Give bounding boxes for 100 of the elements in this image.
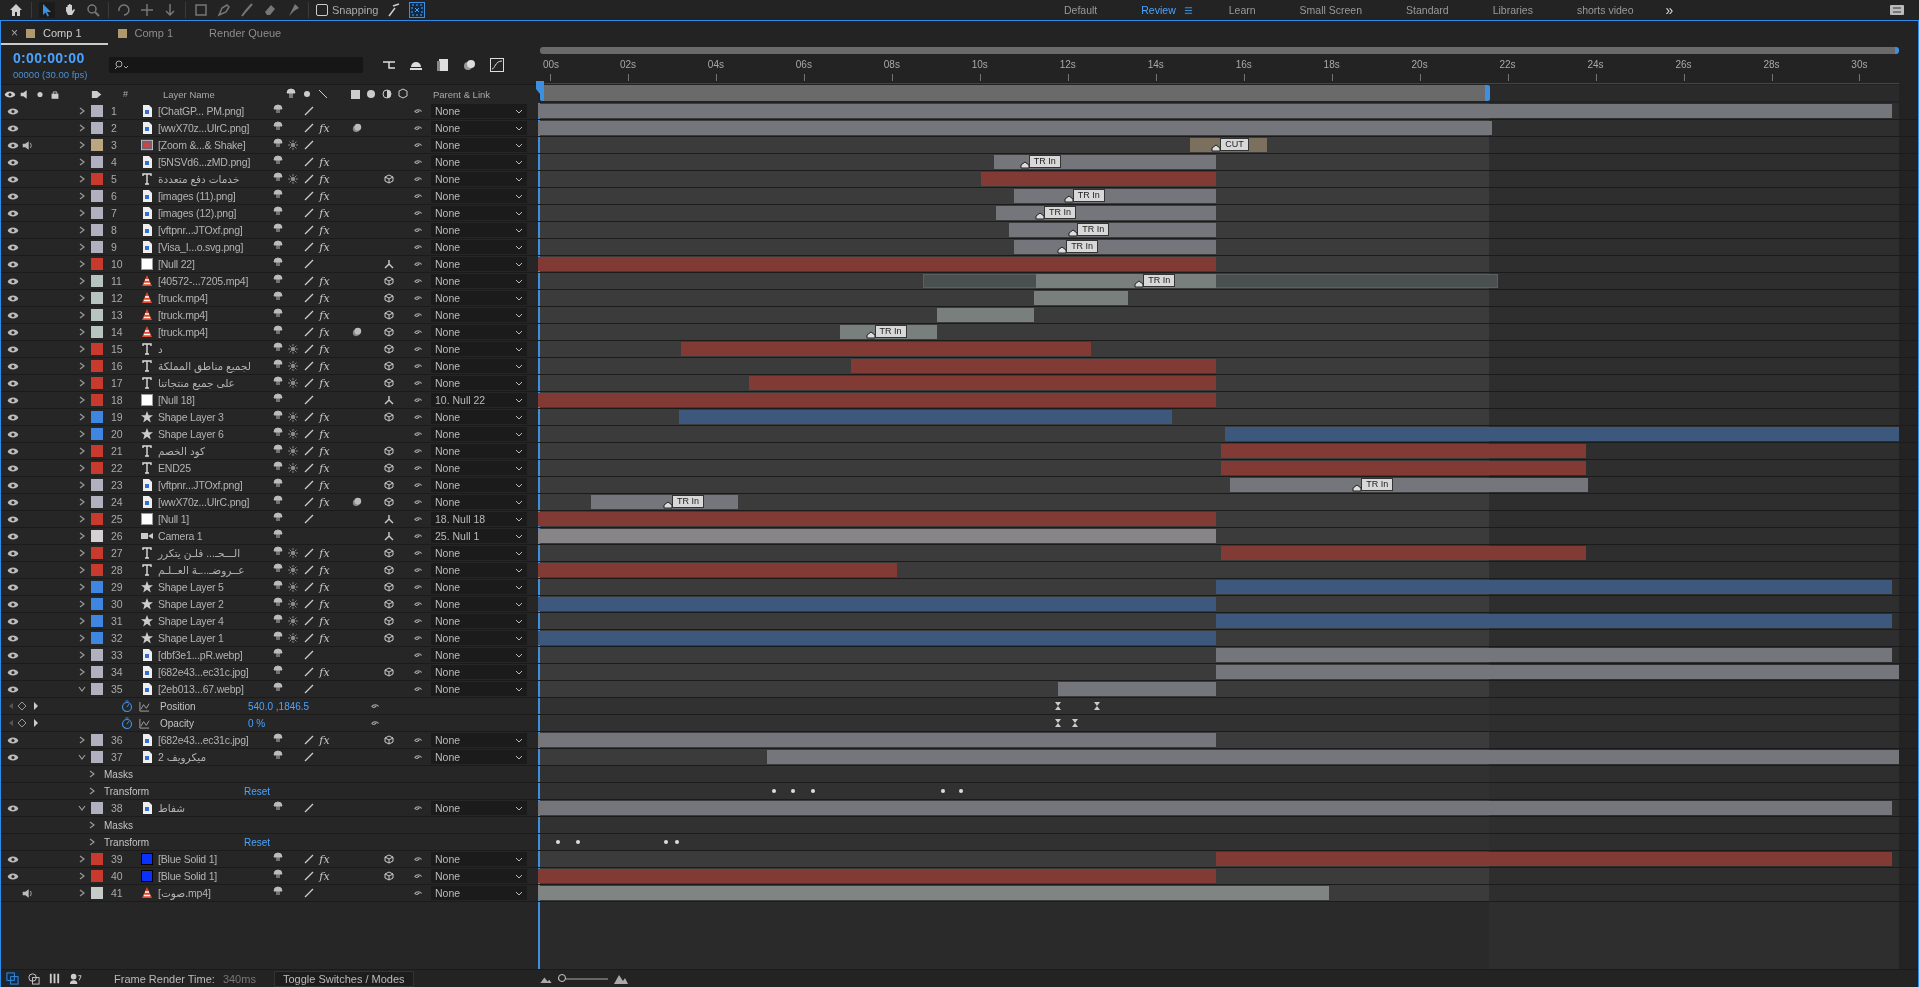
quality-switch-icon[interactable] [303,888,314,898]
layer-name[interactable]: لجميع مناطق المملكة [158,360,274,372]
toggle-switches-modes-button[interactable]: Toggle Switches / Modes [273,970,414,987]
shy-switch-icon[interactable] [272,614,284,624]
layer-name[interactable]: [images (12).png] [158,207,274,219]
parent-dropdown[interactable]: None [431,648,527,662]
eye-icon[interactable] [7,735,19,745]
layer-name[interactable]: [682e43...ec31c.jpg] [158,734,274,746]
marker-icon[interactable] [1063,195,1074,203]
sun-switch-icon[interactable] [287,599,298,609]
label-color-swatch[interactable] [91,802,103,814]
motion-blur-switch-icon[interactable] [351,327,362,337]
eye-icon[interactable] [7,548,19,558]
label-color-swatch[interactable] [91,632,103,644]
quality-switch-icon[interactable] [303,497,314,507]
3d-cube-switch-icon[interactable] [383,463,394,473]
panel-options-icon[interactable] [1889,4,1905,16]
effects-switch[interactable]: fx [319,614,330,628]
effects-switch[interactable]: fx [319,563,330,577]
pen-tool-icon[interactable] [216,2,232,18]
shy-switch-icon[interactable] [272,750,284,760]
parent-dropdown[interactable]: None [431,665,527,679]
shy-switch-icon[interactable] [272,274,284,284]
parent-dropdown[interactable]: None [431,104,527,118]
layer-row[interactable]: 20 Shape Layer 6 fx None [1,426,1918,443]
eye-icon[interactable] [7,276,19,286]
label-color-swatch[interactable] [91,241,103,253]
3d-cube-switch-icon[interactable] [383,446,394,456]
label-color-swatch[interactable] [91,445,103,457]
eye-icon[interactable] [7,854,19,864]
label-color-swatch[interactable] [91,564,103,576]
effects-switch[interactable]: fx [319,852,330,866]
eye-icon[interactable] [7,310,19,320]
layer-row[interactable]: 11 [40572-...7205.mp4] fx None TR In [1,273,1918,290]
motion-blur-switch-icon[interactable] [351,497,362,507]
frames-button-icon[interactable] [48,972,61,985]
caret-icon[interactable] [515,380,523,386]
property-row[interactable]: Position 540.0 ,1846.5 [1,698,1918,715]
eraser-tool-icon[interactable] [262,2,278,18]
parent-dropdown[interactable]: None [431,750,527,764]
layer-name[interactable]: [truck.mp4] [158,292,274,304]
parent-dropdown[interactable]: None [431,155,527,169]
layer-marker-label[interactable]: TR In [874,325,907,338]
quality-switch-icon[interactable] [303,361,314,371]
quality-switch-icon[interactable] [303,667,314,677]
layer-row[interactable]: 1 [ChatGP... PM.png] None [1,103,1918,120]
shy-switch-icon[interactable] [272,308,284,318]
graph-icon[interactable] [139,700,150,712]
layer-name[interactable]: Shape Layer 6 [158,428,274,440]
effects-switch[interactable]: fx [319,274,330,288]
sun-switch-icon[interactable] [287,548,298,558]
layer-name[interactable]: عــروضـ...ـة العــلـم [158,564,274,576]
label-color-swatch[interactable] [91,581,103,593]
quality-switch-icon[interactable] [303,752,314,762]
layer-marker-label[interactable]: TR In [1143,274,1176,287]
shy-switch-icon[interactable] [272,257,284,267]
label-color-swatch[interactable] [91,326,103,338]
property-row[interactable]: Transform Reset [1,834,1918,851]
sun-switch-icon[interactable] [287,361,298,371]
marker-icon[interactable] [662,501,673,509]
quality-switch-icon[interactable] [303,684,314,694]
label-color-swatch[interactable] [91,258,103,270]
eye-icon[interactable] [7,225,19,235]
workspace-tab[interactable]: Small Screen [1277,4,1385,16]
quality-switch-icon[interactable] [303,429,314,439]
comp-button-icon[interactable] [6,972,19,985]
caret-icon[interactable] [515,686,523,692]
eye-icon[interactable] [7,616,19,626]
marker-icon[interactable] [865,331,876,339]
layer-row[interactable]: 18 [Null 18] 10. Null 22 [1,392,1918,409]
caret-icon[interactable] [515,312,523,318]
quality-switch-icon[interactable] [303,616,314,626]
label-color-swatch[interactable] [91,105,103,117]
graph-editor-icon[interactable] [489,56,505,73]
quality-switch-icon[interactable] [303,174,314,184]
shy-switch-icon[interactable] [272,580,284,590]
caret-icon[interactable] [515,244,523,250]
effects-switch[interactable]: fx [319,665,330,679]
parent-dropdown[interactable]: None [431,342,527,356]
eye-icon[interactable] [7,106,19,116]
caret-icon[interactable] [515,584,523,590]
layer-name[interactable]: [Zoom &...& Shake] [158,139,274,151]
eye-icon[interactable] [7,650,19,660]
layer-duration-bar[interactable]: CUT [1189,138,1267,152]
shy-switch-icon[interactable] [272,138,284,148]
label-color-swatch[interactable] [91,122,103,134]
layer-name[interactable]: [wwX70z...UlrC.png] [158,122,274,134]
parent-dropdown[interactable]: None [431,733,527,747]
quality-switch-icon[interactable] [303,446,314,456]
layer-marker-label[interactable]: TR In [1044,206,1077,219]
null-link-icon[interactable] [383,395,394,405]
motion-blur-switch-icon[interactable] [351,123,362,133]
marker-icon[interactable] [1134,280,1145,288]
caret-icon[interactable] [515,754,523,760]
person-button-icon[interactable] [69,972,82,985]
rectangle-tool-icon[interactable] [193,2,209,18]
label-color-swatch[interactable] [91,173,103,185]
quality-switch-icon[interactable] [303,310,314,320]
eye-icon[interactable] [7,140,19,150]
parent-dropdown[interactable]: None [431,240,527,254]
